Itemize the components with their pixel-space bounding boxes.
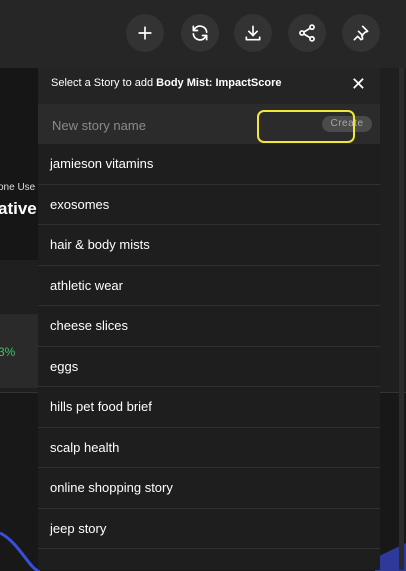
story-item[interactable]: jamieson vitamins — [38, 144, 380, 185]
background-percent: 3% — [0, 345, 16, 359]
story-item[interactable]: eggs — [38, 346, 380, 387]
background-card — [0, 68, 40, 260]
share-icon — [299, 24, 315, 42]
story-item[interactable]: exosomes — [38, 184, 380, 225]
story-item[interactable]: online shopping story — [38, 468, 380, 509]
share-button[interactable] — [288, 14, 326, 52]
story-item[interactable]: cheese slices — [38, 306, 380, 347]
refresh-icon — [192, 25, 208, 41]
scrollbar[interactable] — [399, 68, 404, 570]
story-list: jamieson vitamins exosomes hair & body m… — [38, 144, 380, 549]
popover-title-prefix: Select a Story to add — [51, 77, 157, 89]
popover-header: Select a Story to add Body Mist: ImpactS… — [38, 68, 380, 104]
pin-icon — [353, 25, 369, 41]
pin-button[interactable] — [342, 14, 380, 52]
new-story-name-input[interactable] — [50, 113, 274, 137]
download-button[interactable] — [234, 14, 272, 52]
add-icon — [138, 26, 152, 40]
chart-line — [0, 531, 41, 571]
background-metric-label: one Use — [0, 182, 36, 193]
story-item[interactable]: athletic wear — [38, 265, 380, 306]
story-item[interactable]: jeep story — [38, 508, 380, 549]
story-picker-popover: Select a Story to add Body Mist: ImpactS… — [38, 68, 380, 570]
download-icon — [245, 25, 261, 41]
popover-title: Select a Story to add Body Mist: ImpactS… — [51, 77, 281, 89]
top-toolbar — [0, 0, 406, 68]
story-item[interactable]: hills pet food brief — [38, 387, 380, 428]
story-item[interactable]: hair & body mists — [38, 225, 380, 266]
add-button[interactable] — [126, 14, 164, 52]
refresh-button[interactable] — [181, 14, 219, 52]
story-item[interactable]: scalp health — [38, 427, 380, 468]
background-metric-value: ative — [0, 199, 37, 218]
new-story-row: Create — [38, 104, 380, 144]
create-button[interactable]: Create — [322, 116, 372, 132]
popover-title-target: Body Mist: ImpactScore — [156, 77, 282, 89]
close-icon[interactable]: ✕ — [351, 73, 366, 95]
